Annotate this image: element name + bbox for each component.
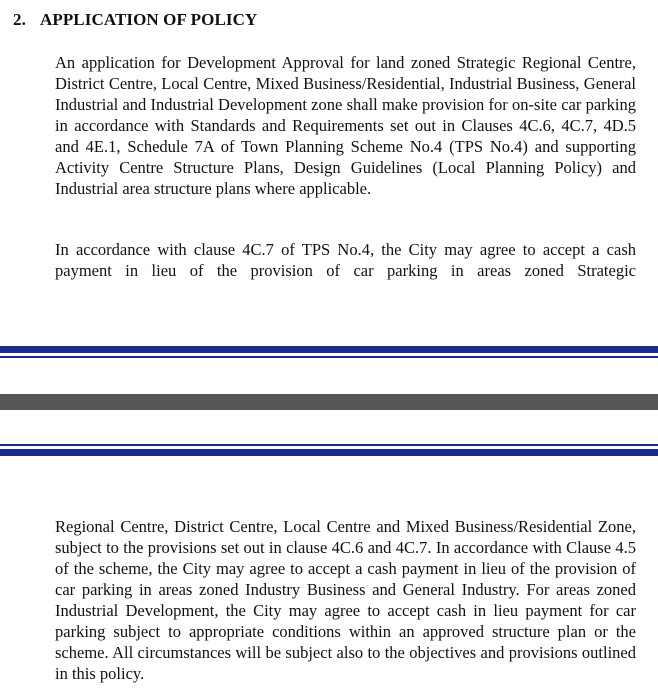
section-heading: 2. APPLICATION OF POLICY — [13, 10, 257, 30]
policy-paragraph-1: An application for Development Approval … — [55, 53, 636, 198]
section-number: 2. — [13, 10, 26, 29]
section-title: APPLICATION OF POLICY — [39, 10, 258, 29]
policy-paragraph-2: In accordance with clause 4C.7 of TPS No… — [55, 240, 636, 280]
page-break-top-thin-rule — [0, 356, 658, 358]
page-break-bottom-thin-rule — [0, 444, 658, 446]
page-gap-bar — [0, 394, 658, 410]
page-break-top-thick-rule — [0, 346, 658, 353]
page-break-bottom-thick-rule — [0, 449, 658, 456]
policy-paragraph-3: Regional Centre, District Centre, Local … — [55, 517, 636, 683]
